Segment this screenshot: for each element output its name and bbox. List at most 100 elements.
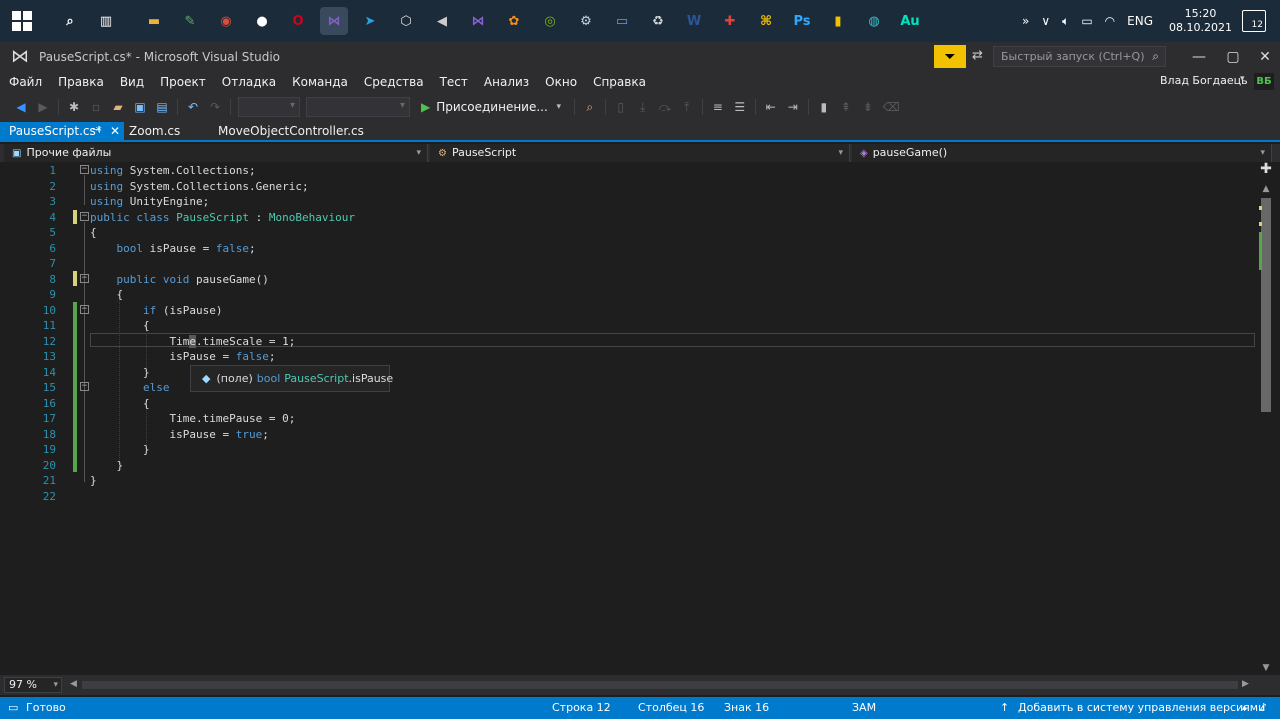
open-file-icon[interactable]: ▰ bbox=[111, 100, 125, 114]
chevron-up-icon[interactable]: ∨ bbox=[1041, 14, 1050, 28]
minimize-button[interactable]: — bbox=[1182, 42, 1216, 72]
user-avatar[interactable]: ВБ bbox=[1254, 73, 1274, 90]
project-dropdown[interactable]: ▣ Прочие файлы ▾ bbox=[4, 144, 428, 162]
show-more-icon[interactable]: » bbox=[1022, 14, 1029, 28]
scroll-up-icon[interactable]: ▲ bbox=[1258, 182, 1274, 196]
scroll-left-icon[interactable]: ◀ bbox=[70, 679, 77, 689]
fl-studio-icon[interactable]: ✿ bbox=[500, 7, 528, 35]
steam-icon[interactable]: ⚙ bbox=[572, 7, 600, 35]
plus-icon[interactable]: ✚ bbox=[1258, 162, 1274, 176]
previous-bookmark-icon[interactable]: ⇞ bbox=[839, 100, 853, 114]
notification-center-icon[interactable]: 12 bbox=[1242, 10, 1266, 32]
horizontal-scrollbar[interactable]: ◀ ▶ bbox=[68, 679, 1252, 691]
clock[interactable]: 15:20 08.10.2021 bbox=[1169, 7, 1232, 35]
audition-icon[interactable]: Au bbox=[896, 7, 924, 35]
decrease-indent-icon[interactable]: ⇤ bbox=[764, 100, 778, 114]
recorder-icon[interactable]: ● bbox=[248, 7, 276, 35]
collapse-using-icon[interactable]: − bbox=[80, 165, 89, 174]
find-in-files-icon[interactable]: ⌕ bbox=[583, 100, 597, 115]
vscode-icon[interactable]: ⋈ bbox=[464, 7, 492, 35]
battery-icon[interactable]: ▭ bbox=[1081, 14, 1092, 28]
increase-indent-icon[interactable]: ⇥ bbox=[786, 100, 800, 114]
menu-team[interactable]: Команда bbox=[284, 75, 356, 89]
navigate-forward-icon[interactable]: ▶ bbox=[36, 100, 50, 114]
add-to-source-control-button[interactable]: Добавить в систему управления версиями bbox=[1018, 697, 1265, 719]
zoom-level-dropdown[interactable]: 97 % ▾ bbox=[4, 677, 62, 693]
next-bookmark-icon[interactable]: ⇟ bbox=[861, 100, 875, 114]
collapse-else-icon[interactable]: − bbox=[80, 382, 89, 391]
task-view-icon[interactable]: ▥ bbox=[92, 7, 120, 35]
feedback-filter-icon[interactable]: ⏷ bbox=[934, 45, 966, 68]
tab-moveobjectcontroller[interactable]: MoveObjectController.cs bbox=[209, 122, 369, 140]
undo-icon[interactable]: ↶ bbox=[186, 100, 200, 114]
comment-lines-icon[interactable]: ≡ bbox=[711, 100, 725, 114]
bookmark-icon[interactable]: ▮ bbox=[817, 100, 831, 114]
unpacker-app-icon[interactable]: ⌘ bbox=[752, 7, 780, 35]
close-window-button[interactable]: ✕ bbox=[1248, 42, 1280, 72]
scrollbar-thumb[interactable] bbox=[1261, 198, 1271, 412]
add-item-icon[interactable]: ▫ bbox=[89, 100, 103, 114]
menu-project[interactable]: Проект bbox=[152, 75, 214, 89]
new-project-icon[interactable]: ✱ bbox=[67, 100, 81, 114]
solution-configuration-dropdown[interactable] bbox=[238, 97, 300, 117]
menu-test[interactable]: Тест bbox=[432, 75, 476, 89]
chevron-down-icon[interactable]: ▾ bbox=[1240, 74, 1245, 84]
pin-icon[interactable]: ⊣ bbox=[92, 122, 101, 140]
step-over-icon[interactable]: ⤼ bbox=[658, 100, 672, 115]
file-explorer-icon[interactable]: ▬ bbox=[140, 7, 168, 35]
save-all-icon[interactable]: ▤ bbox=[155, 100, 169, 114]
step-out-icon[interactable]: ⤒ bbox=[680, 100, 694, 115]
play-icon[interactable]: ▶ bbox=[421, 100, 430, 114]
scroll-right-icon[interactable]: ▶ bbox=[1242, 679, 1249, 689]
unity-hub-icon[interactable]: ⬡ bbox=[392, 7, 420, 35]
scrollbar-thumb[interactable] bbox=[82, 681, 1238, 689]
scan-app-icon[interactable]: ◍ bbox=[860, 7, 888, 35]
search-icon[interactable]: ⌕ bbox=[56, 7, 84, 35]
folder-icon[interactable]: ▮ bbox=[824, 7, 852, 35]
solution-platform-dropdown[interactable] bbox=[306, 97, 410, 117]
opera-icon[interactable]: O bbox=[284, 7, 312, 35]
maximize-button[interactable]: ▢ bbox=[1216, 42, 1250, 72]
attach-button[interactable]: Присоединение... bbox=[436, 100, 548, 114]
code-editor[interactable]: 1 2 3 4 5 6 7 8 9 10 11 12 13 14 15 16 17 18 19 20 21 22 − − … bbox=[0, 162, 1258, 675]
menu-file[interactable]: Файл bbox=[0, 75, 50, 89]
clear-bookmarks-icon[interactable]: ⌫ bbox=[883, 100, 900, 114]
redo-icon[interactable]: ↷ bbox=[208, 100, 222, 114]
screenshot-tool-icon[interactable]: ✚ bbox=[716, 7, 744, 35]
uncomment-lines-icon[interactable]: ☰ bbox=[733, 100, 747, 114]
nvidia-icon[interactable]: ◎ bbox=[536, 7, 564, 35]
photoshop-icon[interactable]: Ps bbox=[788, 7, 816, 35]
menu-debug[interactable]: Отладка bbox=[214, 75, 284, 89]
laptop-app-icon[interactable]: ▭ bbox=[608, 7, 636, 35]
telegram-icon[interactable]: ➤ bbox=[356, 7, 384, 35]
collapse-class-icon[interactable]: − bbox=[80, 212, 89, 221]
notifications-bell-icon[interactable]: ♪ bbox=[1260, 697, 1267, 719]
photo-app-icon[interactable]: ✎ bbox=[176, 7, 204, 35]
language-indicator[interactable]: ENG bbox=[1127, 14, 1153, 28]
unity-icon[interactable]: ◀ bbox=[428, 7, 456, 35]
vertical-scrollbar[interactable]: ✚ ▲ ▼ bbox=[1258, 162, 1274, 675]
step-into-icon[interactable]: ⤓ bbox=[636, 100, 650, 115]
menu-help[interactable]: Справка bbox=[585, 75, 654, 89]
wifi-icon[interactable]: ◠ bbox=[1105, 14, 1115, 28]
upload-icon[interactable]: ↑ bbox=[1000, 697, 1009, 719]
collapse-method-icon[interactable]: − bbox=[80, 274, 89, 283]
scroll-down-icon[interactable]: ▼ bbox=[1258, 661, 1274, 675]
menu-view[interactable]: Вид bbox=[112, 75, 152, 89]
recycle-bin-icon[interactable]: ♻ bbox=[644, 7, 672, 35]
user-name[interactable]: Влад Богдаець bbox=[1160, 74, 1248, 87]
menu-tools[interactable]: Средства bbox=[356, 75, 432, 89]
quick-launch-input[interactable]: Быстрый запуск (Ctrl+Q) ⌕ bbox=[993, 46, 1166, 67]
tab-pausescript[interactable]: PauseScript.cs* ⊣ ✕ bbox=[0, 122, 124, 140]
close-icon[interactable]: ✕ bbox=[110, 122, 120, 140]
chevron-down-icon[interactable]: ▾ bbox=[552, 102, 566, 112]
bookmark-toggle-icon[interactable]: ▯ bbox=[614, 100, 628, 114]
word-icon[interactable]: W bbox=[680, 7, 708, 35]
volume-icon[interactable]: 🔈︎ bbox=[1062, 14, 1069, 29]
navigate-back-icon[interactable]: ◀ bbox=[14, 100, 28, 114]
menu-window[interactable]: Окно bbox=[537, 75, 585, 89]
menu-edit[interactable]: Правка bbox=[50, 75, 112, 89]
live-share-icon[interactable]: ⇄ bbox=[972, 48, 983, 63]
tab-zoom[interactable]: Zoom.cs bbox=[120, 122, 216, 140]
save-icon[interactable]: ▣ bbox=[133, 100, 147, 114]
